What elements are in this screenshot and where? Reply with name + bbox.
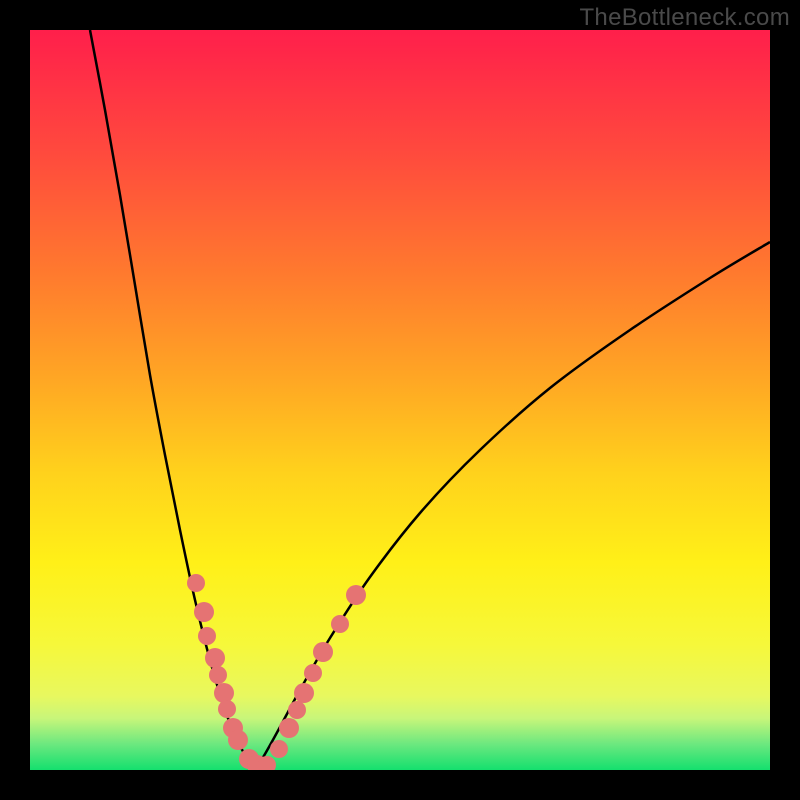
data-markers: [187, 574, 366, 770]
data-marker: [270, 740, 288, 758]
data-marker: [214, 683, 234, 703]
data-marker: [294, 683, 314, 703]
data-marker: [228, 730, 248, 750]
data-marker: [346, 585, 366, 605]
left-bottleneck-curve: [90, 30, 255, 770]
watermark-label: TheBottleneck.com: [579, 4, 790, 32]
data-marker: [187, 574, 205, 592]
data-marker: [331, 615, 349, 633]
data-marker: [198, 627, 216, 645]
plot-area: [30, 30, 770, 770]
data-marker: [194, 602, 214, 622]
data-marker: [304, 664, 322, 682]
data-marker: [279, 718, 299, 738]
data-marker: [313, 642, 333, 662]
data-marker: [209, 666, 227, 684]
data-marker: [218, 700, 236, 718]
data-marker: [205, 648, 225, 668]
right-bottleneck-curve: [255, 242, 770, 770]
data-marker: [288, 701, 306, 719]
curve-canvas: [30, 30, 770, 770]
chart-frame: TheBottleneck.com: [0, 0, 800, 800]
